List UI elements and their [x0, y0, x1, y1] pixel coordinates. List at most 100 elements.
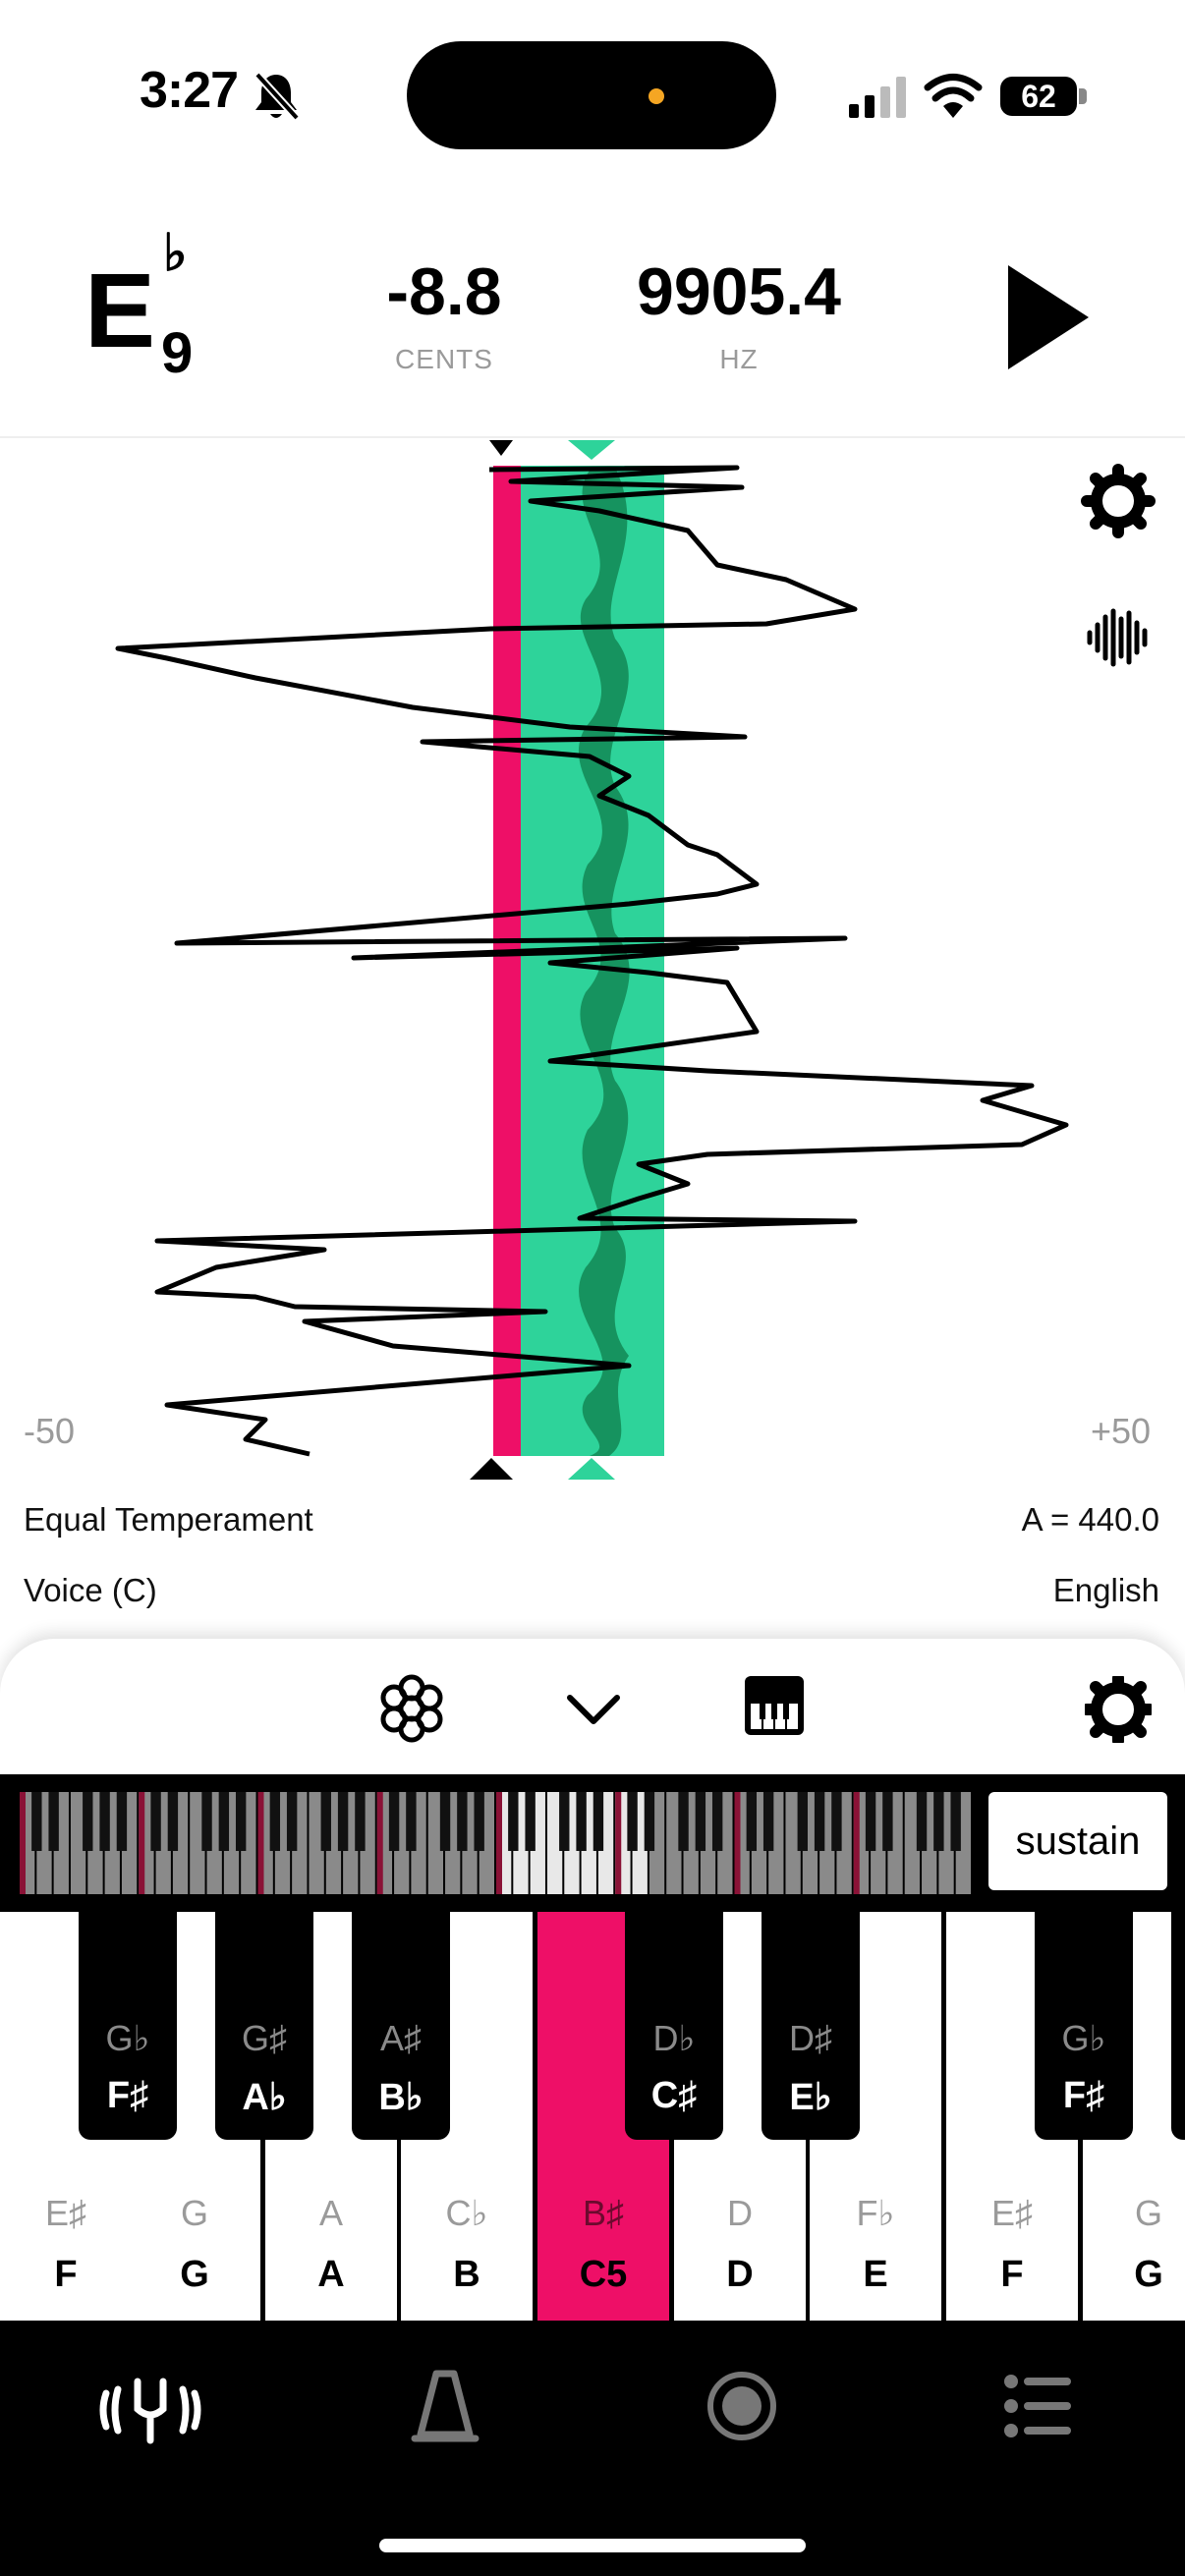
mini-octave-marker — [615, 1792, 622, 1894]
piano-icon[interactable] — [743, 1674, 806, 1737]
note-letter: E — [85, 251, 156, 369]
wifi-icon — [924, 74, 983, 118]
piano-black-key-edge[interactable] — [1171, 1912, 1185, 2140]
mini-octave-marker — [734, 1792, 741, 1894]
mini-black-key — [235, 1792, 247, 1851]
white-key-alt-label: F♭ — [856, 2193, 895, 2233]
tuner-settings-button[interactable] — [1075, 460, 1161, 546]
mini-black-key — [99, 1792, 110, 1851]
range-max-label: +50 — [1091, 1411, 1152, 1451]
mini-octave-marker — [853, 1792, 860, 1894]
bell-slash-icon — [254, 72, 300, 121]
flower-icon[interactable] — [377, 1674, 446, 1743]
signal-icon — [849, 77, 906, 118]
mini-octave-marker — [20, 1792, 26, 1894]
reference-pitch-selector[interactable]: A = 440.0 — [1022, 1501, 1159, 1539]
play-button[interactable] — [1004, 263, 1093, 371]
mini-black-key — [831, 1792, 842, 1851]
black-key-label: B♭ — [378, 2077, 423, 2118]
mini-black-key — [457, 1792, 468, 1851]
piano-black-key[interactable]: D♭ C♯ — [625, 1912, 723, 2140]
cents-value: -8.8 — [386, 254, 502, 329]
black-key-label: C♯ — [650, 2075, 698, 2116]
current-pitch-band — [493, 466, 521, 1456]
mini-keyboard[interactable] — [20, 1792, 973, 1894]
white-key-label: E — [863, 2254, 888, 2295]
mini-black-key — [746, 1792, 758, 1851]
battery-icon: 62 — [1000, 77, 1077, 116]
black-key-alt-label: D♭ — [652, 2018, 696, 2058]
black-key-label: F♯ — [106, 2075, 149, 2116]
instrument-selector[interactable]: Voice (C) — [24, 1572, 157, 1609]
mini-black-key — [797, 1792, 808, 1851]
current-marker-top — [489, 440, 513, 456]
piano-black-key[interactable]: D♯ E♭ — [762, 1912, 860, 2140]
camera-indicator-dot — [649, 88, 664, 104]
mini-black-key — [406, 1792, 417, 1851]
mini-black-key — [559, 1792, 570, 1851]
mini-black-key — [644, 1792, 655, 1851]
sustain-button[interactable]: sustain — [988, 1792, 1167, 1890]
piano-black-key[interactable]: A♯ B♭ — [352, 1912, 450, 2140]
mini-black-key — [950, 1792, 961, 1851]
mini-black-key — [337, 1792, 349, 1851]
black-key-label: A♭ — [242, 2077, 287, 2118]
mini-black-key — [320, 1792, 331, 1851]
tuner-graph — [115, 440, 1156, 1480]
mini-black-key — [711, 1792, 723, 1851]
piano-black-key[interactable]: G♯ A♭ — [215, 1912, 313, 2140]
waveform-button[interactable] — [1075, 601, 1161, 676]
black-key-label: E♭ — [789, 2077, 832, 2118]
dynamic-island — [407, 41, 776, 149]
mini-black-key — [865, 1792, 876, 1851]
chevron-down-icon[interactable] — [564, 1692, 623, 1727]
piano-black-key[interactable]: G♭ F♯ — [1035, 1912, 1133, 2140]
status-time: 3:27 — [140, 62, 239, 119]
piano-black-key[interactable]: G♭ F♯ — [79, 1912, 177, 2140]
current-marker-bottom — [470, 1458, 513, 1480]
white-key-alt-label: B♯ — [582, 2193, 624, 2233]
cents-label: CENTS — [395, 344, 493, 374]
hz-value: 9905.4 — [637, 254, 841, 329]
list-tab-icon[interactable] — [1004, 2374, 1071, 2438]
mini-black-key — [286, 1792, 298, 1851]
mini-black-key — [167, 1792, 179, 1851]
mini-black-key — [695, 1792, 706, 1851]
white-key-alt-label: D — [727, 2193, 753, 2233]
mini-black-key — [201, 1792, 212, 1851]
mini-octave-marker — [139, 1792, 145, 1894]
white-key-label: B — [453, 2254, 480, 2295]
black-key-alt-label: G♭ — [1061, 2018, 1106, 2058]
mini-black-key — [592, 1792, 604, 1851]
white-key-label: F — [54, 2254, 78, 2295]
note-octave: 9 — [161, 321, 194, 385]
tuner-tab-icon[interactable] — [96, 2376, 204, 2444]
mini-black-key — [678, 1792, 689, 1851]
mini-black-key — [269, 1792, 281, 1851]
tab-bar — [0, 2321, 1185, 2576]
language-selector[interactable]: English — [1053, 1572, 1159, 1609]
gear-icon[interactable] — [1085, 1676, 1152, 1743]
metronome-tab-icon[interactable] — [411, 2370, 480, 2444]
black-key-alt-label: G♯ — [241, 2018, 287, 2058]
white-key-label: G — [1134, 2254, 1163, 2295]
mini-black-key — [916, 1792, 928, 1851]
battery-cap — [1079, 88, 1087, 104]
black-key-alt-label: D♯ — [789, 2018, 832, 2058]
mini-black-key — [48, 1792, 59, 1851]
mini-black-key — [150, 1792, 161, 1851]
black-key-alt-label: A♯ — [379, 2018, 422, 2058]
mini-black-key — [576, 1792, 587, 1851]
temperament-selector[interactable]: Equal Temperament — [24, 1501, 313, 1539]
piano-keyboard[interactable]: E♯ F G G A A C♭ B B♯ C5 D D F♭ E E♯ F G G G♭ F♯ G♯ A♭ A♯ B♭ D♭ C♯… — [0, 1912, 1185, 2321]
record-tab-icon[interactable] — [705, 2370, 778, 2442]
white-key-label: D — [726, 2254, 754, 2295]
white-key-label: F — [1000, 2254, 1024, 2295]
mini-octave-marker — [376, 1792, 383, 1894]
mini-black-key — [814, 1792, 825, 1851]
mini-black-key — [218, 1792, 230, 1851]
mini-black-key — [474, 1792, 484, 1851]
mini-black-key — [933, 1792, 944, 1851]
mini-octave-marker — [496, 1792, 502, 1894]
mini-black-key — [355, 1792, 366, 1851]
